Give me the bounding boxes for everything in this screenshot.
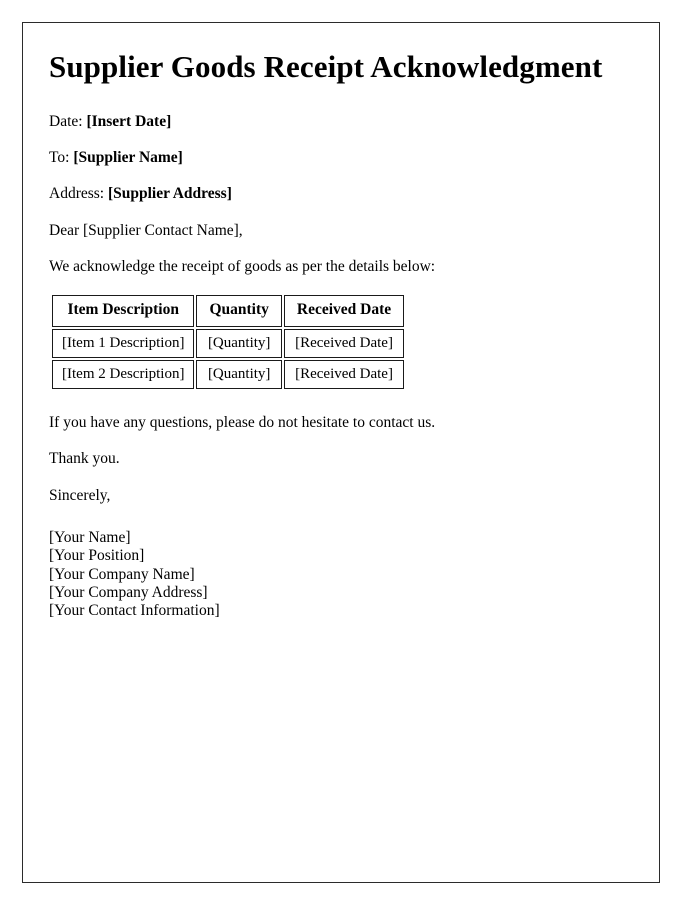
closing-questions-text: If you have any questions, please do not… [49, 414, 436, 432]
table-body: [Item 1 Description] [Quantity] [Receive… [52, 329, 405, 390]
thanks-text: Thank you. [49, 450, 120, 468]
cell-received-date: [Received Date] [283, 360, 405, 390]
field-address-label: Address: [49, 185, 105, 203]
signature-block: [Your Name] [Your Position] [Your Compan… [49, 529, 631, 620]
field-date-label: Date: [49, 112, 83, 130]
column-header-received-date: Received Date [283, 295, 405, 328]
field-address: Address: [Supplier Address] [49, 184, 631, 203]
sign-off-text: Sincerely, [49, 486, 111, 504]
page-title: Supplier Goods Receipt Acknowledgment [49, 49, 603, 84]
signature-line-position: [Your Position] [49, 547, 145, 565]
signature-line-name: [Your Name] [49, 529, 131, 547]
signature-line-company-address: [Your Company Address] [49, 584, 208, 602]
column-header-quantity: Quantity [196, 295, 282, 328]
table-row: [Item 2 Description] [Quantity] [Receive… [52, 360, 405, 390]
salutation: Dear [Supplier Contact Name], [49, 221, 243, 239]
intro-text: We acknowledge the receipt of goods as p… [49, 258, 436, 276]
cell-item-description: [Item 2 Description] [52, 360, 195, 390]
cell-received-date: [Received Date] [283, 329, 405, 359]
field-address-value: [Supplier Address] [107, 185, 232, 203]
table-head: Item Description Quantity Received Date [52, 295, 405, 328]
field-to-value: [Supplier Name] [73, 148, 183, 166]
cell-item-description: [Item 1 Description] [52, 329, 195, 359]
table-header-row: Item Description Quantity Received Date [52, 295, 405, 328]
cell-quantity: [Quantity] [196, 360, 282, 390]
field-to: To: [Supplier Name] [49, 148, 631, 167]
table-row: [Item 1 Description] [Quantity] [Receive… [52, 329, 405, 359]
field-to-label: To: [49, 148, 70, 166]
document-page: Supplier Goods Receipt Acknowledgment Da… [22, 22, 660, 883]
column-header-item-description: Item Description [52, 295, 195, 328]
goods-receipt-table: Item Description Quantity Received Date … [50, 293, 406, 391]
field-date: Date: [Insert Date] [49, 112, 631, 131]
document-body: Supplier Goods Receipt Acknowledgment Da… [23, 23, 659, 621]
signature-line-contact-information: [Your Contact Information] [49, 602, 220, 620]
cell-quantity: [Quantity] [196, 329, 282, 359]
signature-line-company-name: [Your Company Name] [49, 565, 195, 583]
field-date-value: [Insert Date] [86, 112, 172, 130]
